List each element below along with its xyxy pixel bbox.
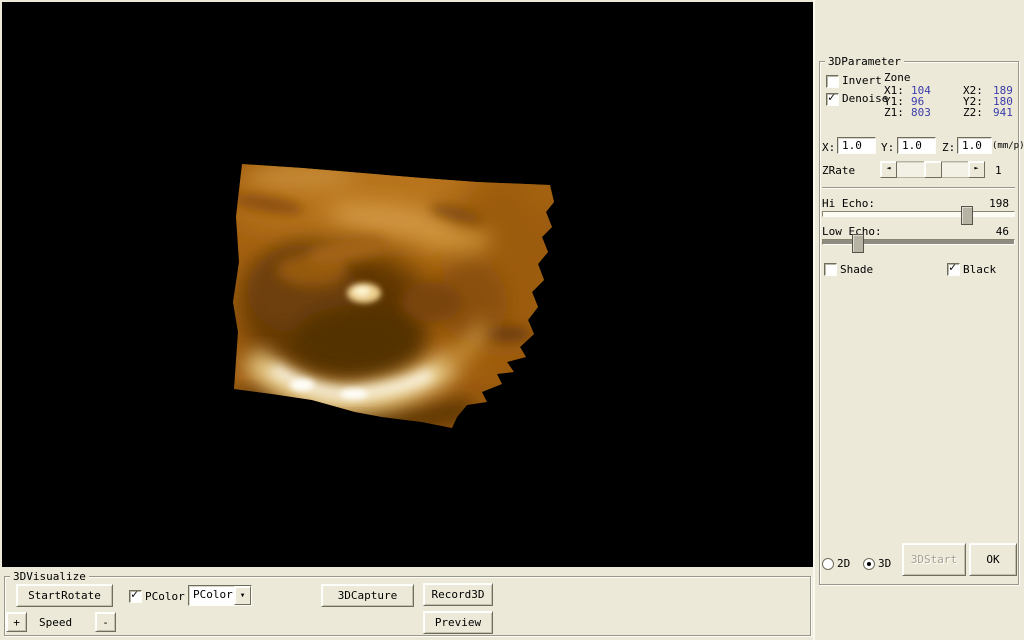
hi-echo-slider-track[interactable] (822, 211, 1015, 217)
scale-x-label: X: (822, 141, 836, 154)
preview-button[interactable]: Preview (423, 611, 493, 634)
invert-checkbox[interactable] (826, 75, 839, 88)
scale-x-field[interactable]: 1.0 (837, 137, 876, 154)
zone-title: Zone (884, 71, 911, 84)
zone-z1-value: 803 (911, 106, 931, 119)
start-rotate-button[interactable]: StartRotate (16, 584, 113, 607)
zone-z1-label: Z1: (884, 106, 904, 119)
zone-z2-value: 941 (993, 106, 1013, 119)
parameter-groupbox: 3DParameter Invert Denoise Zone X1: 104 … (819, 55, 1024, 585)
separator (822, 187, 1015, 189)
render-viewport[interactable] (2, 2, 813, 567)
denoise-label: Denoise (842, 92, 889, 105)
pcolor-dropdown[interactable]: PColor ▼ (188, 585, 252, 606)
scale-y-field[interactable]: 1.0 (897, 137, 936, 154)
low-echo-slider-track[interactable] (822, 239, 1015, 245)
visualize-group-title: 3DVisualize (10, 570, 89, 583)
zrate-scrollbar[interactable]: ◄ ► (880, 161, 985, 178)
record-3d-button[interactable]: Record3D (423, 583, 493, 606)
speed-minus-button[interactable]: - (95, 612, 116, 632)
shade-label: Shade (840, 263, 874, 276)
app-window: { "right_panel": { "group_title": "3DPar… (0, 0, 1024, 640)
black-checkbox[interactable] (947, 261, 960, 276)
hi-echo-value: 198 (989, 197, 1009, 210)
zrate-value: 1 (995, 164, 1002, 177)
low-echo-slider-thumb[interactable] (852, 234, 864, 253)
pcolor-checkbox[interactable] (129, 588, 142, 603)
scale-z-field[interactable]: 1.0 (957, 137, 992, 154)
speed-plus-button[interactable]: + (6, 612, 27, 632)
hi-echo-label: Hi Echo: (822, 197, 875, 210)
mode-2d-label: 2D (837, 557, 851, 570)
zrate-left-arrow-icon[interactable]: ◄ (880, 161, 897, 178)
hi-echo-slider-thumb[interactable] (961, 206, 973, 225)
pcolor-dropdown-value: PColor (193, 588, 233, 601)
black-label: Black (963, 263, 997, 276)
visualize-groupbox: 3DVisualize StartRotate + Speed - PColor… (4, 570, 811, 636)
start-3d-button[interactable]: 3DStart (902, 543, 966, 576)
parameter-group-title: 3DParameter (825, 55, 904, 68)
zone-z2-label: Z2: (963, 106, 983, 119)
pcolor-label: PColor (145, 590, 185, 603)
ok-button[interactable]: OK (969, 543, 1017, 576)
dropdown-arrow-icon[interactable]: ▼ (234, 586, 251, 605)
shade-checkbox[interactable] (824, 263, 837, 276)
speed-label: Speed (39, 616, 73, 629)
zrate-label: ZRate (822, 164, 856, 177)
panel-divider (813, 0, 815, 640)
scale-z-label: Z: (942, 141, 956, 154)
mode-3d-label: 3D (878, 557, 892, 570)
ultrasound-3d-render (2, 2, 813, 567)
scale-y-label: Y: (881, 141, 895, 154)
low-echo-value: 46 (995, 225, 1009, 238)
invert-label: Invert (842, 74, 882, 87)
scale-unit-label: (mm/p) (992, 141, 1024, 151)
zrate-right-arrow-icon[interactable]: ► (968, 161, 985, 178)
zrate-scrollbar-thumb[interactable] (924, 161, 942, 178)
denoise-checkbox[interactable] (826, 91, 839, 106)
mode-3d-radio[interactable] (863, 558, 875, 570)
capture-3d-button[interactable]: 3DCapture (321, 584, 414, 607)
mode-2d-radio[interactable] (822, 558, 834, 570)
